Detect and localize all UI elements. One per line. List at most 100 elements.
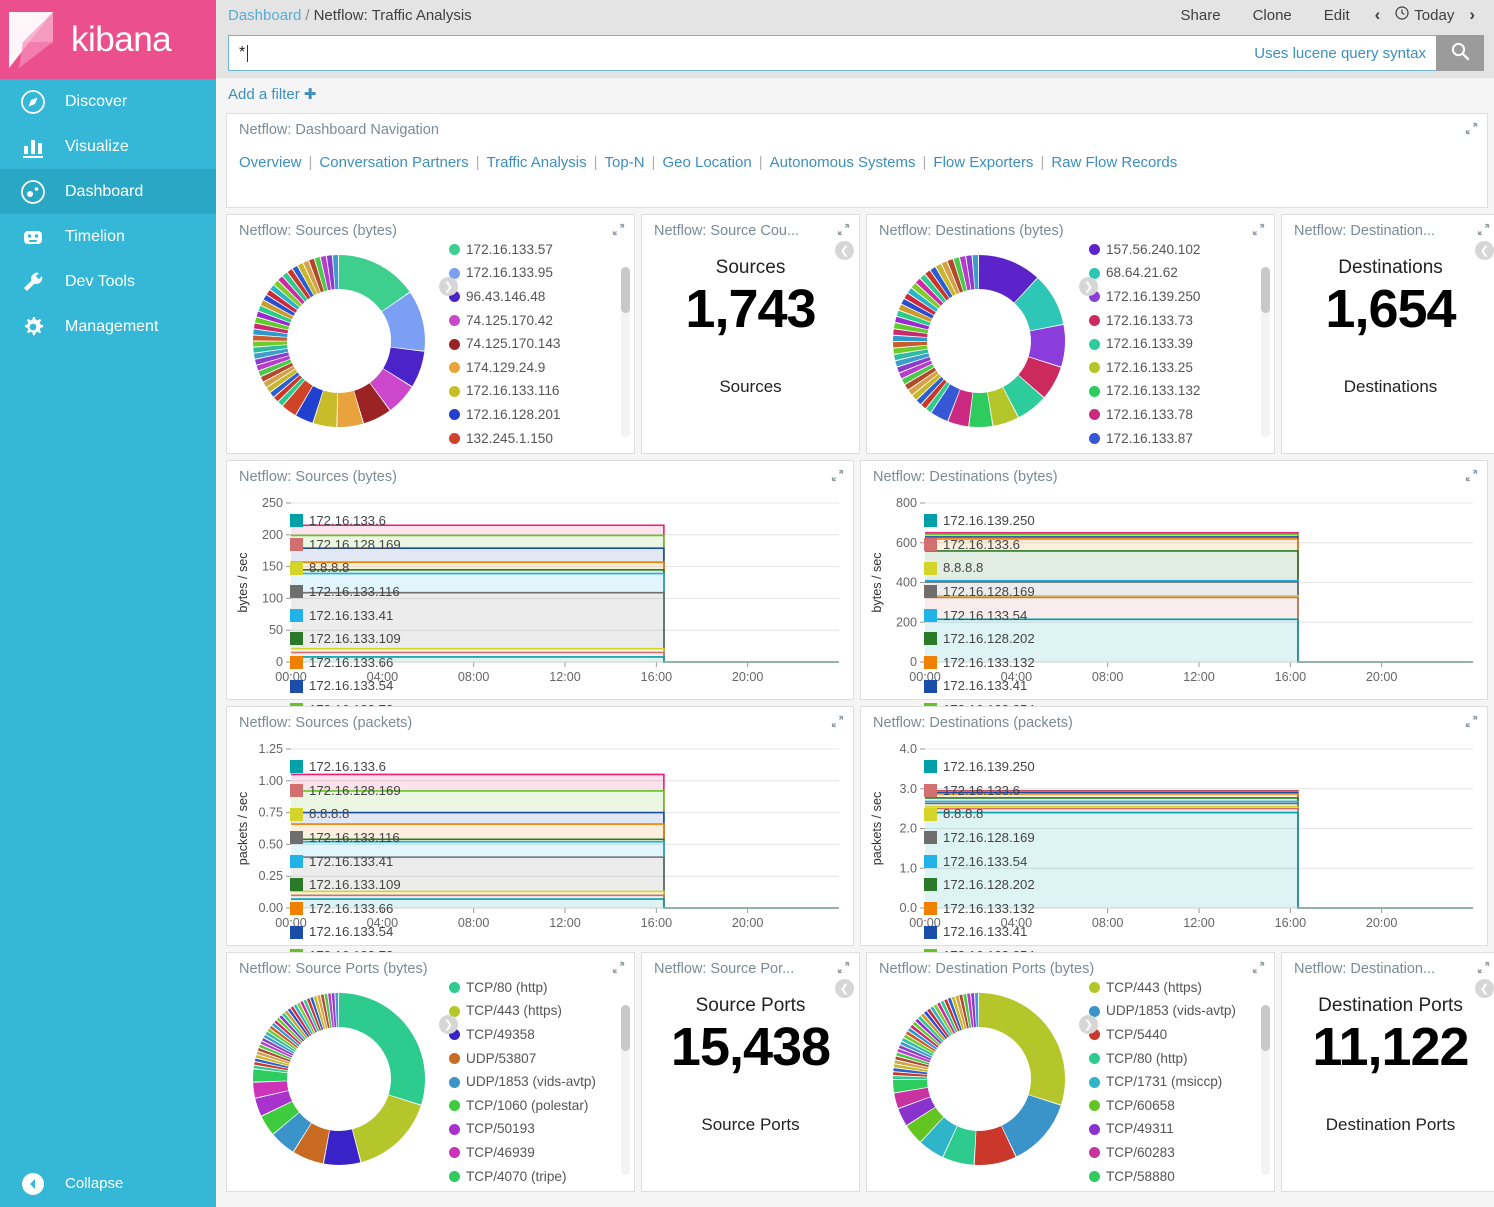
- legend-item[interactable]: 172.16.128.202: [924, 627, 1035, 651]
- time-prev-icon[interactable]: ‹: [1366, 5, 1390, 25]
- share-button[interactable]: Share: [1165, 7, 1237, 24]
- area-chart-body[interactable]: 0.000.250.500.751.001.25packets / sec00:…: [227, 733, 853, 938]
- search-submit-button[interactable]: [1436, 35, 1484, 71]
- legend-item[interactable]: 172.16.128.169: [924, 826, 1035, 850]
- legend-item[interactable]: TCP/80 (http): [449, 976, 596, 1000]
- legend-item[interactable]: 172.16.133.132: [924, 651, 1035, 675]
- legend-scrollbar[interactable]: [1261, 267, 1270, 437]
- legend-toggle-icon[interactable]: ❮: [835, 241, 854, 260]
- legend-item[interactable]: 8.8.8.8: [290, 802, 401, 826]
- legend-item[interactable]: 172.16.139.250: [1089, 285, 1201, 309]
- legend-item[interactable]: 172.16.133.6: [290, 509, 401, 533]
- expand-icon[interactable]: [1252, 961, 1265, 976]
- legend-item[interactable]: TCP/49311: [1089, 1117, 1236, 1141]
- legend-item[interactable]: TCP/1060 (polestar): [449, 1094, 596, 1118]
- legend-item[interactable]: 172.16.133.41: [290, 604, 401, 628]
- legend-item[interactable]: 172.16.133.6: [924, 779, 1035, 803]
- nav-link-autonomous-systems[interactable]: Autonomous Systems: [770, 154, 916, 171]
- legend-item[interactable]: 8.8.8.8: [924, 556, 1035, 580]
- legend-scrollbar[interactable]: [621, 1005, 630, 1175]
- legend-item[interactable]: 172.16.133.41: [290, 850, 401, 874]
- legend-item[interactable]: 172.16.133.109: [290, 627, 401, 651]
- expand-icon[interactable]: [831, 469, 844, 484]
- legend-toggle-icon[interactable]: ❮: [835, 979, 854, 998]
- expand-icon[interactable]: [1477, 961, 1490, 976]
- legend-item[interactable]: 172.16.139.250: [924, 509, 1035, 533]
- area-chart-body[interactable]: 050100150200250bytes / sec00:0004:0008:0…: [227, 487, 853, 692]
- legend-item[interactable]: 8.8.8.8: [924, 802, 1035, 826]
- expand-icon[interactable]: [1465, 469, 1478, 484]
- area-chart-body[interactable]: 0200400600800bytes / sec00:0004:0008:001…: [861, 487, 1487, 692]
- legend-item[interactable]: 132.245.1.150: [449, 427, 561, 451]
- sidebar-item-discover[interactable]: Discover: [0, 79, 216, 124]
- legend-item[interactable]: 172.16.133.116: [290, 580, 401, 604]
- legend-item[interactable]: UDP/53807: [449, 1047, 596, 1071]
- legend-toggle-icon[interactable]: ❮: [1475, 241, 1494, 260]
- legend-item[interactable]: 172.16.133.54: [290, 920, 401, 944]
- legend-item[interactable]: 74.125.170.143: [449, 332, 561, 356]
- legend-scroll-thumb[interactable]: [621, 1005, 630, 1051]
- legend-item[interactable]: TCP/80 (http): [1089, 1047, 1236, 1071]
- lucene-hint[interactable]: Uses lucene query syntax: [1254, 45, 1426, 62]
- legend-item[interactable]: 172.16.133.54: [924, 850, 1035, 874]
- legend-toggle-icon[interactable]: ❯: [439, 1015, 458, 1034]
- edit-button[interactable]: Edit: [1308, 7, 1366, 24]
- expand-icon[interactable]: [612, 223, 625, 238]
- legend-item[interactable]: 172.16.133.109: [290, 873, 401, 897]
- nav-link-conversation-partners[interactable]: Conversation Partners: [319, 154, 468, 171]
- legend-item[interactable]: 172.16.133.6: [290, 755, 401, 779]
- legend-toggle-icon[interactable]: ❯: [1079, 1015, 1098, 1034]
- legend-item[interactable]: TCP/50193: [449, 1117, 596, 1141]
- legend-item[interactable]: TCP/49358: [449, 1023, 596, 1047]
- legend-scroll-thumb[interactable]: [621, 267, 630, 313]
- time-range-picker[interactable]: Today: [1389, 6, 1460, 24]
- legend-item[interactable]: 172.16.133.116: [290, 826, 401, 850]
- legend-item[interactable]: TCP/443 (https): [449, 999, 596, 1023]
- legend-item[interactable]: UDP/1853 (vids-avtp): [449, 1070, 596, 1094]
- legend-item[interactable]: 172.16.133.54: [924, 604, 1035, 628]
- legend-item[interactable]: TCP/4070 (tripe): [449, 1165, 596, 1189]
- nav-link-traffic-analysis[interactable]: Traffic Analysis: [487, 154, 587, 171]
- legend-item[interactable]: 172.16.133.132: [1089, 379, 1201, 403]
- legend-item[interactable]: TCP/58880: [1089, 1165, 1236, 1189]
- sidebar-item-timelion[interactable]: Timelion: [0, 214, 216, 259]
- nav-link-raw-flow-records[interactable]: Raw Flow Records: [1051, 154, 1177, 171]
- legend-item[interactable]: 172.16.133.54: [290, 674, 401, 698]
- expand-icon[interactable]: [1252, 223, 1265, 238]
- legend-item[interactable]: UDP/1853 (vids-avtp): [1089, 999, 1236, 1023]
- legend-toggle-icon[interactable]: ❮: [1475, 979, 1494, 998]
- nav-link-flow-exporters[interactable]: Flow Exporters: [933, 154, 1033, 171]
- legend-item[interactable]: 172.16.128.169: [290, 779, 401, 803]
- sidebar-item-visualize[interactable]: Visualize: [0, 124, 216, 169]
- legend-item[interactable]: 8.8.8.8: [290, 556, 401, 580]
- donut-chart[interactable]: [229, 979, 449, 1179]
- legend-item[interactable]: 172.16.133.41: [924, 920, 1035, 944]
- expand-icon[interactable]: [612, 961, 625, 976]
- legend-item[interactable]: TCP/1731 (msiccp): [1089, 1070, 1236, 1094]
- legend-toggle-icon[interactable]: ❯: [439, 277, 458, 296]
- time-next-icon[interactable]: ›: [1460, 5, 1484, 25]
- nav-link-overview[interactable]: Overview: [239, 154, 302, 171]
- legend-item[interactable]: TCP/443 (https): [1089, 976, 1236, 1000]
- sidebar-item-management[interactable]: Management: [0, 304, 216, 349]
- legend-item[interactable]: 96.43.146.48: [449, 285, 561, 309]
- legend-item[interactable]: 172.16.133.6: [924, 533, 1035, 557]
- legend-scroll-thumb[interactable]: [1261, 267, 1270, 313]
- legend-item[interactable]: 172.16.133.87: [1089, 427, 1201, 451]
- legend-item[interactable]: 172.16.128.169: [290, 533, 401, 557]
- legend-item[interactable]: 172.16.128.202: [924, 873, 1035, 897]
- legend-item[interactable]: 172.16.133.132: [924, 897, 1035, 921]
- legend-item[interactable]: 172.16.133.25: [1089, 356, 1201, 380]
- expand-icon[interactable]: [1477, 223, 1490, 238]
- legend-scroll-thumb[interactable]: [1261, 1005, 1270, 1051]
- legend-item[interactable]: 172.16.133.57: [449, 238, 561, 262]
- legend-item[interactable]: 172.16.133.66: [290, 897, 401, 921]
- legend-item[interactable]: TCP/46939: [449, 1141, 596, 1165]
- area-chart-body[interactable]: 0.01.02.03.04.0packets / sec00:0004:0008…: [861, 733, 1487, 938]
- expand-icon[interactable]: [837, 961, 850, 976]
- legend-item[interactable]: 172.16.128.169: [924, 580, 1035, 604]
- legend-item[interactable]: 174.129.24.9: [449, 356, 561, 380]
- nav-link-geo-location[interactable]: Geo Location: [662, 154, 751, 171]
- sidebar-item-dev-tools[interactable]: Dev Tools: [0, 259, 216, 304]
- legend-item[interactable]: 74.125.170.42: [449, 309, 561, 333]
